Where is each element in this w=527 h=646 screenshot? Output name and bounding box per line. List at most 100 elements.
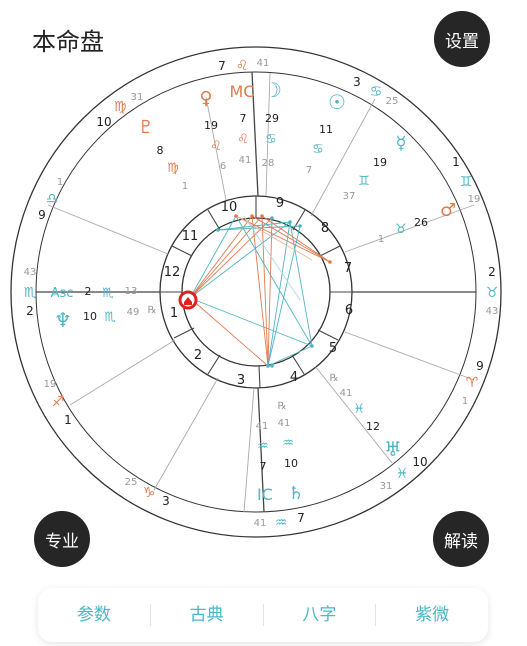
planet-deg: 11 (319, 123, 333, 136)
mc-label[interactable]: MC (230, 82, 255, 101)
scorpio-icon: ♏ (104, 310, 116, 325)
house-number-3: 3 (237, 373, 245, 388)
cusp-label-min: 43 (24, 267, 37, 278)
professional-button[interactable]: 专业 (34, 511, 90, 567)
leo-icon: ♌ (236, 58, 249, 74)
cusp-label-min: 25 (386, 96, 399, 107)
asc-deg: 2 (85, 285, 92, 298)
sagittarius-icon: ♐ (52, 394, 65, 410)
planet-dots (216, 214, 332, 368)
libra-icon: ♎ (46, 191, 59, 207)
asc-marker[interactable] (178, 290, 198, 310)
bottom-tab-bar: 参数 古典 八字 紫微 (38, 588, 488, 642)
ic-deg: 7 (260, 460, 267, 473)
planet-deg: 19 (204, 119, 218, 132)
planet-deg: 19 (373, 156, 387, 169)
asc-min: 13 (125, 286, 138, 297)
cusp-label-deg: 7 (297, 511, 305, 525)
sun-icon[interactable]: ☉ (328, 90, 346, 114)
ic-label[interactable]: IC (257, 485, 273, 504)
venus-icon[interactable]: ♀ (199, 88, 212, 109)
planet-min: 41 (340, 388, 353, 399)
aquarius-icon: ♒ (275, 515, 288, 531)
house-number-4: 4 (290, 370, 298, 385)
cusp-label-min: 19 (44, 379, 57, 390)
neptune-icon[interactable]: ♆ (54, 308, 72, 332)
cusp-label-deg: 1 (452, 155, 460, 169)
retrograde-icon: ℞ (148, 305, 157, 316)
house-number-9: 9 (276, 196, 284, 211)
pluto-icon[interactable]: ♇ (138, 117, 154, 138)
inner-ring (181, 217, 331, 367)
cusp-label-min: 41 (254, 518, 267, 529)
tab-bazi[interactable]: 八字 (264, 604, 377, 626)
cusp-label-deg: 2 (26, 304, 34, 318)
retrograde-icon: ℞ (278, 401, 287, 412)
planet-min: 1 (378, 234, 384, 245)
cusp-label-min: 1 (57, 177, 63, 188)
cusp-label-deg: 10 (96, 115, 111, 129)
mercury-icon[interactable]: ☿ (395, 133, 406, 154)
cusp-label-min: 41 (257, 58, 270, 69)
planet-min: 7 (306, 165, 312, 176)
asc-label[interactable]: Asc (51, 286, 74, 301)
retrograde-icon: ℞ (330, 373, 339, 384)
house-number-12: 12 (164, 265, 181, 280)
scorpio-icon: ♏ (24, 285, 37, 301)
gemini-icon: ♊ (358, 174, 370, 189)
planet-min: 6 (220, 161, 226, 172)
interpret-button[interactable]: 解读 (433, 511, 489, 567)
pisces-icon: ♓ (353, 402, 365, 417)
cusp-label-deg: 7 (218, 59, 226, 73)
virgo-icon: ♍ (167, 161, 179, 176)
planet-deg: 26 (414, 216, 428, 229)
leo-icon: ♌ (210, 139, 222, 154)
tab-classical[interactable]: 古典 (151, 604, 264, 626)
tab-ziwei[interactable]: 紫微 (376, 604, 488, 626)
virgo-icon: ♍ (114, 99, 127, 115)
uranus-icon[interactable]: ♅ (384, 437, 402, 461)
aries-icon: ♈ (466, 375, 479, 391)
house-number-6: 6 (345, 303, 353, 318)
planet-deg: 29 (265, 112, 279, 125)
planet-min: 41 (239, 155, 252, 166)
house-number-5: 5 (329, 341, 337, 356)
cusp-label-deg: 1 (64, 413, 72, 427)
scorpio-icon: ♏ (102, 286, 114, 301)
planet-min: 41 (278, 418, 291, 429)
cusp-label-min: 25 (125, 477, 138, 488)
tab-parameters[interactable]: 参数 (38, 604, 151, 626)
saturn-icon[interactable]: ♄ (288, 483, 304, 504)
pisces-icon: ♓ (396, 466, 409, 482)
house-number-1: 1 (170, 306, 178, 321)
cusp-label-min: 1 (462, 396, 468, 407)
cusp-label-min: 19 (468, 194, 481, 205)
planet-min: 28 (262, 158, 275, 169)
taurus-icon: ♉ (486, 285, 499, 301)
planet-deg: 10 (83, 310, 97, 323)
moon-icon[interactable]: ☽ (264, 78, 282, 102)
house-number-10: 10 (221, 200, 238, 215)
cusp-label-deg: 9 (38, 208, 46, 222)
planet-deg: 10 (284, 457, 298, 470)
planet-deg: 12 (366, 420, 380, 433)
cusp-label-min: 31 (131, 92, 144, 103)
cusp-label-deg: 10 (412, 455, 427, 469)
planet-min: 49 (127, 307, 140, 318)
capricorn-icon: ♑ (143, 485, 156, 501)
aquarius-icon: ♒ (282, 436, 294, 451)
cusp-label-deg: 2 (488, 265, 496, 279)
house-number-7: 7 (344, 261, 352, 276)
cusp-label-deg: 3 (353, 75, 361, 89)
planet-min: 1 (182, 181, 188, 192)
house-number-8: 8 (321, 221, 329, 236)
settings-button[interactable]: 设置 (434, 11, 490, 67)
cusp-label-deg: 3 (162, 494, 170, 508)
mars-icon[interactable]: ♂ (440, 200, 456, 221)
cusp-label-min: 43 (486, 306, 499, 317)
planet-deg: 8 (157, 144, 164, 157)
cusp-label-min: 31 (380, 481, 393, 492)
cancer-icon: ♋ (265, 132, 277, 147)
cancer-icon: ♋ (312, 142, 324, 157)
planet-min: 37 (343, 191, 356, 202)
